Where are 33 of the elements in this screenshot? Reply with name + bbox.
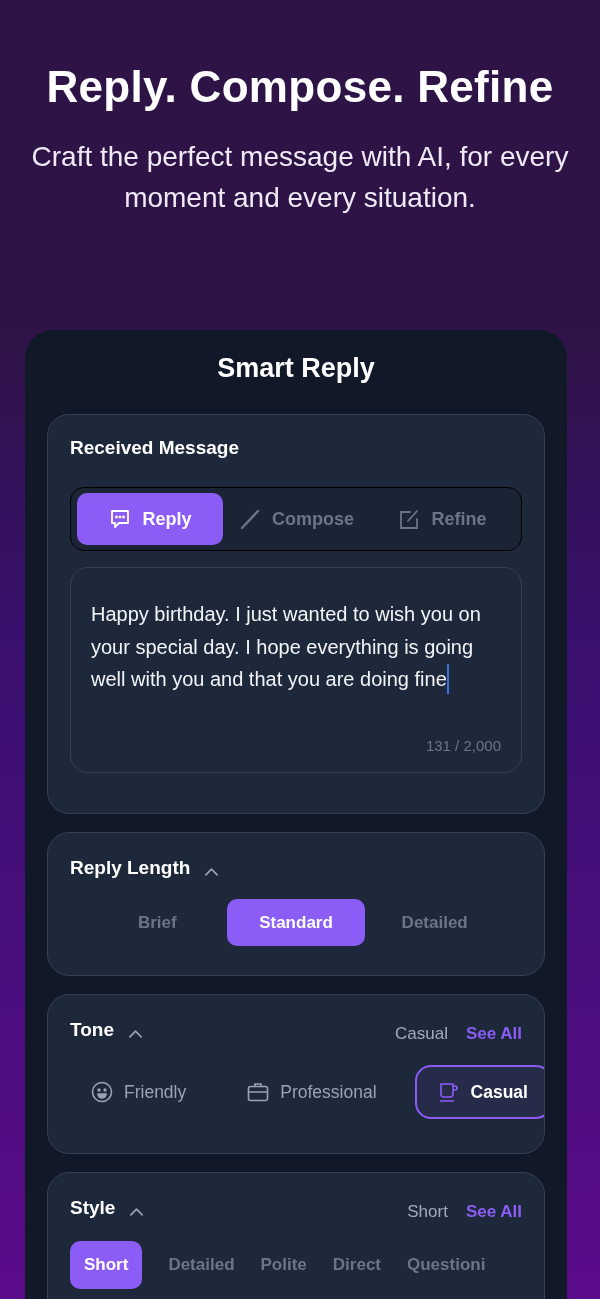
hero-subtitle: Craft the perfect message with AI, for every moment and every situation.	[30, 140, 570, 215]
style-option[interactable]: Detailed	[168, 1241, 235, 1289]
style-option[interactable]: Direct	[332, 1241, 381, 1289]
style-option[interactable]: Polite	[260, 1241, 307, 1289]
section-title: Tone	[70, 1019, 114, 1041]
chevron-icon[interactable]	[129, 1207, 145, 1217]
tone-option[interactable]: Casual	[414, 1065, 544, 1119]
tone-option[interactable]: Professional	[224, 1065, 401, 1119]
current-value: Short	[407, 1202, 448, 1222]
character-counter: 131 / 2,000	[424, 737, 501, 754]
chevron-icon[interactable]	[204, 867, 220, 877]
length-option[interactable]: Standard	[226, 899, 366, 946]
mode-tab[interactable]: Refine	[369, 493, 515, 545]
style-option[interactable]: Short	[70, 1241, 143, 1289]
tone-option[interactable]: Friendly	[88, 1065, 211, 1119]
chevron-icon[interactable]	[128, 1029, 143, 1039]
length-option[interactable]: Detailed	[365, 899, 504, 946]
section-title: Received Message	[70, 437, 240, 459]
current-value: Casual	[395, 1024, 448, 1044]
smiley-icon	[90, 1080, 114, 1104]
card-title: Smart Reply	[216, 352, 376, 385]
message-field[interactable]: Happy birthday. I just wanted to wish you on your special day. I hope everything is going well with you and that you are doing fine 131 / 2,000	[70, 567, 522, 773]
hero-title: Reply. Compose. Refine	[45, 62, 555, 112]
see-all-link[interactable]: See All	[465, 1024, 522, 1044]
see-all-link[interactable]: See All	[465, 1202, 522, 1222]
mode-tab[interactable]: Compose	[223, 493, 369, 545]
briefcase-icon	[246, 1080, 271, 1104]
mode-tab[interactable]: Reply	[77, 493, 223, 545]
section-title: Reply Length	[70, 857, 191, 879]
length-option[interactable]: Brief	[88, 899, 227, 946]
pencil-icon	[238, 507, 262, 531]
style-option[interactable]: Questioni	[407, 1241, 486, 1289]
section-title: Style	[70, 1197, 116, 1219]
